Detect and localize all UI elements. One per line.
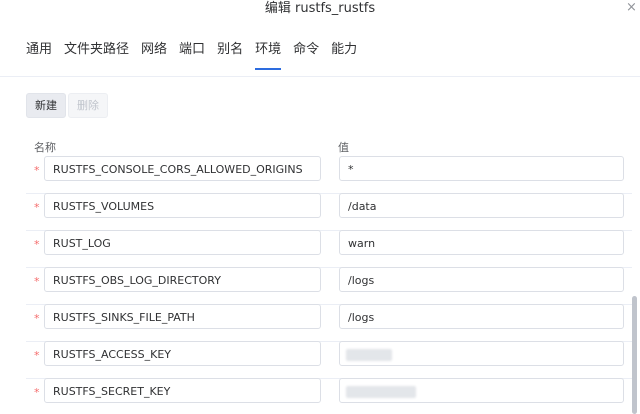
env-name-input[interactable]: RUST_LOG [44, 230, 321, 255]
env-table: * RUSTFS_CONSOLE_CORS_ALLOWED_ORIGINS * … [26, 156, 632, 414]
env-name-input[interactable]: RUSTFS_OBS_LOG_DIRECTORY [44, 267, 321, 292]
env-value-input[interactable]: * [339, 156, 624, 181]
table-row: * RUSTFS_VOLUMES /data [26, 193, 632, 231]
tab-aliases[interactable]: 别名 [217, 38, 243, 66]
table-row: * RUSTFS_ACCESS_KEY [26, 341, 632, 379]
tab-network[interactable]: 网络 [141, 38, 167, 66]
env-name-input[interactable]: RUSTFS_VOLUMES [44, 193, 321, 218]
env-value-input[interactable]: /data [339, 193, 624, 218]
tab-environment[interactable]: 环境 [255, 38, 282, 70]
dialog-title: 编辑 rustfs_rustfs [264, 1, 376, 16]
table-row: * RUSTFS_OBS_LOG_DIRECTORY /logs [26, 267, 632, 305]
tab-bar: 通用 文件夹路径 网络 端口 别名 环境 命令 能力 [26, 38, 369, 70]
table-row: * RUSTFS_SINKS_FILE_PATH /logs [26, 304, 632, 342]
column-header-name: 名称 [34, 141, 56, 154]
column-header-value: 值 [338, 141, 349, 154]
env-name-input[interactable]: RUSTFS_SINKS_FILE_PATH [44, 304, 321, 329]
env-name-input[interactable]: RUSTFS_ACCESS_KEY [44, 341, 321, 366]
table-row: * RUSTFS_CONSOLE_CORS_ALLOWED_ORIGINS * [26, 156, 632, 194]
env-name-input[interactable]: RUSTFS_CONSOLE_CORS_ALLOWED_ORIGINS [44, 156, 321, 181]
tab-divider [0, 76, 640, 77]
env-name-input[interactable]: RUSTFS_SECRET_KEY [44, 378, 321, 403]
env-value-input[interactable]: /logs [339, 267, 624, 292]
close-icon[interactable]: × [626, 1, 638, 14]
required-marker: * [34, 201, 40, 214]
env-value-input[interactable]: warn [339, 230, 624, 255]
required-marker: * [34, 238, 40, 251]
scrollbar[interactable] [632, 296, 637, 414]
required-marker: * [34, 386, 40, 399]
tab-ports[interactable]: 端口 [179, 38, 205, 66]
tab-general[interactable]: 通用 [26, 38, 52, 66]
required-marker: * [34, 275, 40, 288]
env-value-input[interactable] [339, 341, 624, 366]
env-value-input[interactable] [339, 378, 624, 403]
redacted-value [346, 349, 392, 361]
delete-button[interactable]: 删除 [68, 93, 108, 118]
tab-capabilities[interactable]: 能力 [331, 38, 357, 66]
required-marker: * [34, 164, 40, 177]
new-button[interactable]: 新建 [26, 93, 66, 118]
required-marker: * [34, 312, 40, 325]
redacted-value [346, 386, 416, 398]
tab-folder-paths[interactable]: 文件夹路径 [64, 38, 129, 66]
env-value-input[interactable]: /logs [339, 304, 624, 329]
table-row: * RUST_LOG warn [26, 230, 632, 268]
required-marker: * [34, 349, 40, 362]
table-row: * RUSTFS_SECRET_KEY [26, 378, 632, 414]
tab-command[interactable]: 命令 [293, 38, 319, 66]
